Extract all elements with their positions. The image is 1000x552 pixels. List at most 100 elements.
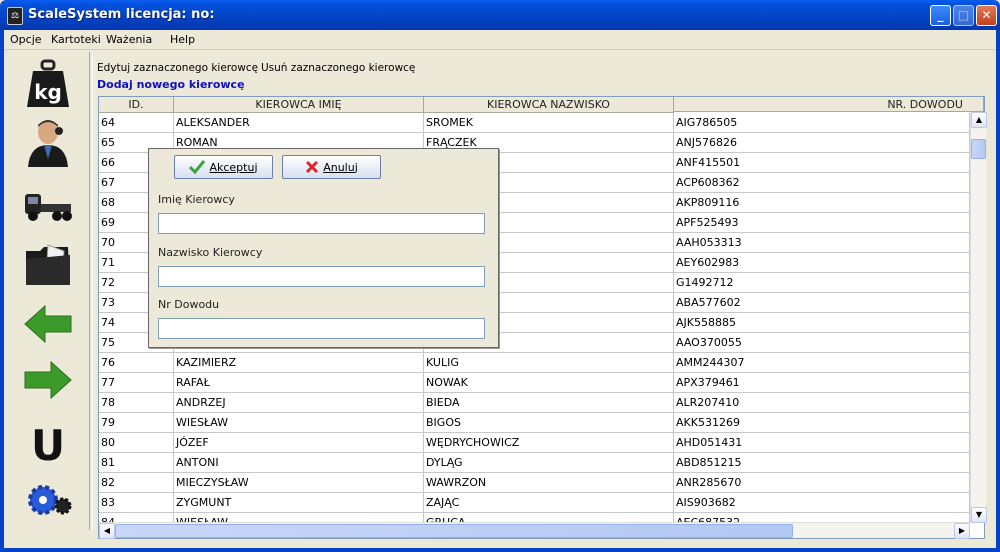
cell-id-number: AJK558885 — [674, 313, 970, 333]
close-button[interactable]: ✕ — [976, 5, 997, 26]
menu-kartoteki[interactable]: Kartoteki — [51, 33, 101, 46]
cell-first-name: ANDRZEJ — [174, 393, 424, 413]
checkmark-icon — [189, 160, 206, 174]
cell-last-name: BIGOS — [424, 413, 674, 433]
minimize-button[interactable]: _ — [930, 5, 951, 26]
vertical-scrollbar[interactable]: ▲ ▼ — [970, 112, 987, 523]
id-number-input[interactable] — [158, 318, 485, 339]
column-header-last-name[interactable]: KIEROWCA NAZWISKO — [424, 97, 674, 113]
cell-id-number: ANF415501 — [674, 153, 970, 173]
first-name-label: Imię Kierowcy — [158, 193, 235, 206]
folder-icon — [26, 244, 70, 285]
cell-id-number: ANR285670 — [674, 473, 970, 493]
sidebar-documents-button[interactable] — [22, 238, 74, 290]
scroll-left-button[interactable]: ◀ — [99, 523, 115, 539]
cell-id: 83 — [99, 493, 174, 513]
cell-id: 80 — [99, 433, 174, 453]
cell-id-number: ACP608362 — [674, 173, 970, 193]
cell-last-name: WAWRZON — [424, 473, 674, 493]
last-name-label: Nazwisko Kierowcy — [158, 246, 263, 259]
column-header-id[interactable]: ID. — [99, 97, 174, 113]
edit-driver-link[interactable]: Edytuj zaznaczonego kierowcę — [97, 62, 258, 74]
cell-id-number: AEY602983 — [674, 253, 970, 273]
delete-driver-link[interactable]: Usuń zaznaczonego kierowcę — [261, 62, 415, 74]
cell-id-number: ANJ576826 — [674, 133, 970, 153]
kg-weight-icon: kg — [27, 59, 69, 107]
cell-id: 78 — [99, 393, 174, 413]
accept-button-label: Akceptuj — [209, 160, 258, 174]
cell-last-name: BIEDA — [424, 393, 674, 413]
sidebar-settings-button[interactable] — [22, 474, 74, 526]
cell-first-name: MIECZYSŁAW — [174, 473, 424, 493]
cell-first-name: ALEKSANDER — [174, 113, 424, 133]
cell-id-number: AMM244307 — [674, 353, 970, 373]
scale-app-icon[interactable]: ⚖ — [7, 7, 23, 25]
cell-id-number: AAH053313 — [674, 233, 970, 253]
table-row[interactable]: 79 WIESŁAW BIGOS AKK531269 — [99, 413, 970, 433]
cancel-button[interactable]: Anuluj — [282, 155, 381, 179]
menu-wazenia[interactable]: Ważenia — [106, 33, 152, 46]
cell-first-name: ZYGMUNT — [174, 493, 424, 513]
cell-id-number: AKK531269 — [674, 413, 970, 433]
cell-id-number: AAO370055 — [674, 333, 970, 353]
cell-last-name: KULIG — [424, 353, 674, 373]
table-row[interactable]: 82 MIECZYSŁAW WAWRZON ANR285670 — [99, 473, 970, 493]
add-driver-link[interactable]: Dodaj nowego kierowcę — [97, 78, 245, 91]
cell-first-name: RAFAŁ — [174, 373, 424, 393]
driver-icon — [28, 120, 68, 167]
cell-id-number: ALR207410 — [674, 393, 970, 413]
menu-help[interactable]: Help — [170, 33, 195, 46]
cell-first-name: ANTONI — [174, 453, 424, 473]
table-header: ID. KIEROWCA IMIĘ KIEROWCA NAZWISKO NR. … — [99, 97, 984, 113]
arrow-right-icon — [24, 360, 72, 400]
column-header-first-name[interactable]: KIEROWCA IMIĘ — [174, 97, 424, 113]
cell-id: 79 — [99, 413, 174, 433]
table-row[interactable]: 76 KAZIMIERZ KULIG AMM244307 — [99, 353, 970, 373]
first-name-input[interactable] — [158, 213, 485, 234]
horizontal-scroll-thumb[interactable] — [115, 524, 793, 538]
accept-button[interactable]: Akceptuj — [174, 155, 273, 179]
cell-first-name: JÓZEF — [174, 433, 424, 453]
last-name-input[interactable] — [158, 266, 485, 287]
table-row[interactable]: 64 ALEKSANDER SROMEK AIG786505 — [99, 113, 970, 133]
window-frame-right — [996, 30, 1000, 552]
magnet-u-label: U — [31, 421, 65, 464]
sidebar-vehicles-button[interactable] — [22, 180, 74, 232]
sidebar-back-button[interactable] — [22, 298, 74, 350]
scroll-down-button[interactable]: ▼ — [971, 507, 987, 523]
sidebar-weighing-button[interactable]: kg — [22, 58, 74, 110]
cell-id: 81 — [99, 453, 174, 473]
sidebar-magnet-button[interactable]: U — [22, 416, 74, 468]
id-number-label: Nr Dowodu — [158, 298, 220, 311]
vertical-scroll-thumb[interactable] — [971, 139, 986, 159]
window-title: ScaleSystem licencja: no: — [28, 7, 215, 22]
table-row[interactable]: 83 ZYGMUNT ZAJĄC AIS903682 — [99, 493, 970, 513]
cell-id-number: AKP809116 — [674, 193, 970, 213]
cell-id-number: APX379461 — [674, 373, 970, 393]
scroll-up-button[interactable]: ▲ — [971, 112, 987, 128]
table-row[interactable]: 78 ANDRZEJ BIEDA ALR207410 — [99, 393, 970, 413]
table-row[interactable]: 77 RAFAŁ NOWAK APX379461 — [99, 373, 970, 393]
horizontal-scrollbar[interactable]: ◀ ▶ — [99, 522, 970, 539]
maximize-button[interactable]: □ — [953, 5, 974, 26]
cell-id-number: ABA577602 — [674, 293, 970, 313]
arrow-left-icon — [24, 304, 72, 344]
table-row[interactable]: 81 ANTONI DYLĄG ABD851215 — [99, 453, 970, 473]
cell-id: 64 — [99, 113, 174, 133]
cancel-button-label: Anuluj — [323, 160, 358, 174]
window-frame-bottom — [0, 548, 1000, 552]
cell-last-name: DYLĄG — [424, 453, 674, 473]
cell-id: 76 — [99, 353, 174, 373]
cell-first-name: KAZIMIERZ — [174, 353, 424, 373]
cell-id-number: AHD051431 — [674, 433, 970, 453]
menu-opcje[interactable]: Opcje — [10, 33, 42, 46]
scroll-right-button[interactable]: ▶ — [954, 523, 970, 539]
gears-icon — [28, 485, 72, 515]
cell-last-name: ZAJĄC — [424, 493, 674, 513]
close-icon — [306, 160, 319, 174]
sidebar-drivers-button[interactable] — [22, 116, 74, 168]
column-header-id-number[interactable]: NR. DOWODU — [674, 97, 984, 112]
table-row[interactable]: 80 JÓZEF WĘDRYCHOWICZ AHD051431 — [99, 433, 970, 453]
sidebar-forward-button[interactable] — [22, 354, 74, 406]
truck-icon — [25, 194, 72, 221]
